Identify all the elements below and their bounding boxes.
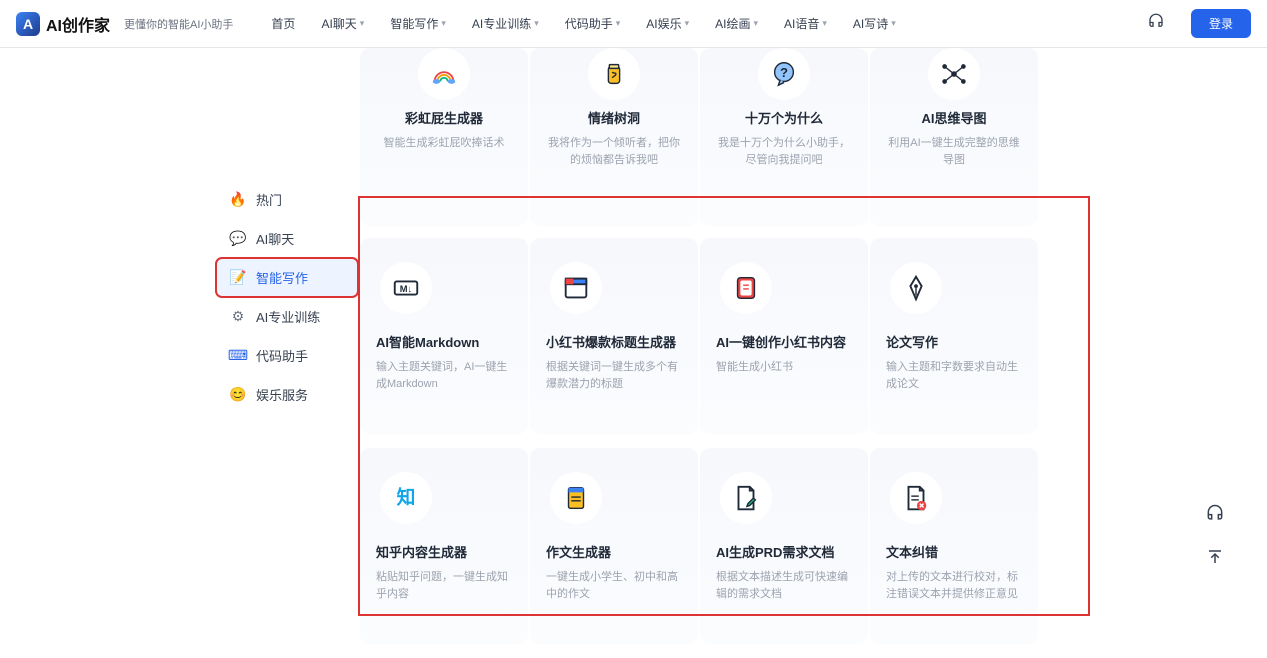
card-desc: 输入主题关键词，AI一键生成Markdown — [376, 359, 512, 393]
card-知乎内容生成器[interactable]: 知知乎内容生成器粘贴知乎问题，一键生成知乎内容 — [360, 448, 528, 644]
card-title: 小红书爆款标题生成器 — [546, 332, 682, 351]
sidebar-icon: 😊 — [230, 387, 246, 403]
sidebar-item-1[interactable]: 💬 AI聊天 — [216, 219, 358, 258]
sidebar-icon: 💬 — [230, 231, 246, 247]
card-彩虹屁生成器[interactable]: 彩虹屁生成器智能生成彩虹屁吹捧话术 — [360, 48, 528, 226]
chevron-down-icon: ▾ — [891, 18, 896, 29]
card-title: AI生成PRD需求文档 — [716, 542, 852, 561]
note-icon — [720, 262, 772, 314]
card-title: 十万个为什么 — [714, 108, 854, 127]
card-AI思维导图[interactable]: AI思维导图利用AI一键生成完整的思维导图 — [870, 48, 1038, 226]
card-title: AI思维导图 — [884, 108, 1024, 127]
card-title: 彩虹屁生成器 — [374, 108, 514, 127]
card-title: 知乎内容生成器 — [376, 542, 512, 561]
sidebar-label: 代码助手 — [256, 346, 308, 365]
card-作文生成器[interactable]: 作文生成器一键生成小学生、初中和高中的作文 — [530, 448, 698, 644]
sidebar-label: 娱乐服务 — [256, 385, 308, 404]
card-desc: 我将作为一个倾听者，把你的烦恼都告诉我吧 — [544, 135, 684, 169]
card-desc: 智能生成小红书 — [716, 359, 852, 376]
nav-AI专业训练[interactable]: AI专业训练▾ — [472, 15, 539, 32]
card-情绪树洞[interactable]: 情绪树洞我将作为一个倾听者，把你的烦恼都告诉我吧 — [530, 48, 698, 226]
float-support-icon[interactable] — [1201, 499, 1229, 527]
svg-text:?: ? — [780, 65, 788, 80]
chevron-down-icon: ▾ — [754, 18, 759, 29]
float-buttons — [1201, 499, 1229, 571]
card-title: 文本纠错 — [886, 542, 1022, 561]
sidebar-label: AI聊天 — [256, 229, 294, 248]
card-desc: 根据文本描述生成可快速编辑的需求文档 — [716, 569, 852, 603]
nav-首页[interactable]: 首页 — [271, 15, 295, 32]
top-nav: 首页 AI聊天▾ 智能写作▾ AI专业训练▾ 代码助手▾ AI娱乐▾ AI绘画▾ AI语音▾ A… — [271, 15, 1139, 32]
logo-text: AI创作家 — [46, 12, 110, 36]
content-area: 彩虹屁生成器智能生成彩虹屁吹捧话术情绪树洞我将作为一个倾听者，把你的烦恼都告诉我… — [360, 48, 1267, 658]
cup-icon — [588, 48, 640, 100]
sidebar-icon: ⌨ — [230, 348, 246, 364]
card-title: 作文生成器 — [546, 542, 682, 561]
card-desc: 一键生成小学生、初中和高中的作文 — [546, 569, 682, 603]
sidebar-label: 热门 — [256, 190, 282, 209]
card-title: AI智能Markdown — [376, 332, 512, 351]
card-小红书爆款标题生成器[interactable]: 小红书爆款标题生成器根据关键词一键生成多个有爆款潜力的标题 — [530, 238, 698, 434]
card-desc: 利用AI一键生成完整的思维导图 — [884, 135, 1024, 169]
card-desc: 对上传的文本进行校对，标注错误文本并提供修正意见 — [886, 569, 1022, 603]
card-AI生成PRD需求文档[interactable]: AI生成PRD需求文档根据文本描述生成可快速编辑的需求文档 — [700, 448, 868, 644]
card-desc: 粘贴知乎问题，一键生成知乎内容 — [376, 569, 512, 603]
docx-icon — [890, 472, 942, 524]
chevron-down-icon: ▾ — [616, 18, 621, 29]
chevron-down-icon: ▾ — [360, 18, 365, 29]
sidebar-icon: ⚙ — [230, 309, 246, 325]
nav-智能写作[interactable]: 智能写作▾ — [390, 15, 446, 32]
sidebar-item-4[interactable]: ⌨ 代码助手 — [216, 336, 358, 375]
prd-icon — [720, 472, 772, 524]
card-desc: 智能生成彩虹屁吹捧话术 — [374, 135, 514, 152]
sidebar: 🔥 热门 💬 AI聊天 📝 智能写作 ⚙ AI专业训练 ⌨ 代码助手 😊 娱乐服务 — [0, 48, 360, 658]
card-title: 论文写作 — [886, 332, 1022, 351]
svg-text:知: 知 — [397, 486, 416, 508]
doc-icon — [550, 472, 602, 524]
nav-AI娱乐[interactable]: AI娱乐▾ — [646, 15, 689, 32]
login-button[interactable]: 登录 — [1191, 9, 1251, 38]
sidebar-item-0[interactable]: 🔥 热门 — [216, 180, 358, 219]
chevron-down-icon: ▾ — [441, 18, 446, 29]
card-desc: 输入主题和字数要求自动生成论文 — [886, 359, 1022, 393]
sidebar-item-3[interactable]: ⚙ AI专业训练 — [216, 297, 358, 336]
card-论文写作[interactable]: 论文写作输入主题和字数要求自动生成论文 — [870, 238, 1038, 434]
card-文本纠错[interactable]: 文本纠错对上传的文本进行校对，标注错误文本并提供修正意见 — [870, 448, 1038, 644]
chevron-down-icon: ▾ — [534, 18, 539, 29]
support-icon[interactable] — [1147, 12, 1165, 35]
back-to-top-icon[interactable] — [1201, 543, 1229, 571]
card-十万个为什么[interactable]: ? 十万个为什么我是十万个为什么小助手，尽管向我提问吧 — [700, 48, 868, 226]
card-title: 情绪树洞 — [544, 108, 684, 127]
sidebar-icon: 📝 — [230, 270, 246, 286]
markdown-icon: M↓ — [380, 262, 432, 314]
card-title: AI一键创作小红书内容 — [716, 332, 852, 351]
card-AI智能Markdown[interactable]: M↓ AI智能Markdown 输入主题关键词，AI一键生成Markdown — [360, 238, 528, 434]
sidebar-icon: 🔥 — [230, 192, 246, 208]
nav-AI聊天[interactable]: AI聊天▾ — [321, 15, 364, 32]
svg-text:M↓: M↓ — [400, 284, 412, 294]
pen-icon — [890, 262, 942, 314]
window-icon — [550, 262, 602, 314]
logo[interactable]: A AI创作家 — [16, 12, 110, 36]
card-desc: 根据关键词一键生成多个有爆款潜力的标题 — [546, 359, 682, 393]
nav-AI写诗[interactable]: AI写诗▾ — [853, 15, 896, 32]
rainbow-icon — [418, 48, 470, 100]
nav-AI绘画[interactable]: AI绘画▾ — [715, 15, 758, 32]
card-desc: 我是十万个为什么小助手，尽管向我提问吧 — [714, 135, 854, 169]
mindmap-icon — [928, 48, 980, 100]
nav-代码助手[interactable]: 代码助手▾ — [565, 15, 621, 32]
header-subtitle: 更懂你的智能AI小助手 — [124, 16, 233, 32]
chevron-down-icon: ▾ — [822, 18, 827, 29]
sidebar-label: 智能写作 — [256, 268, 308, 287]
question-icon: ? — [758, 48, 810, 100]
header: A AI创作家 更懂你的智能AI小助手 首页 AI聊天▾ 智能写作▾ AI专业训练▾ 代… — [0, 0, 1267, 48]
sidebar-item-5[interactable]: 😊 娱乐服务 — [216, 375, 358, 414]
logo-icon: A — [16, 12, 40, 36]
zhi-icon: 知 — [380, 472, 432, 524]
chevron-down-icon: ▾ — [685, 18, 690, 29]
card-AI一键创作小红书内容[interactable]: AI一键创作小红书内容智能生成小红书 — [700, 238, 868, 434]
sidebar-item-2[interactable]: 📝 智能写作 — [216, 258, 358, 297]
nav-AI语音[interactable]: AI语音▾ — [784, 15, 827, 32]
sidebar-label: AI专业训练 — [256, 307, 320, 326]
